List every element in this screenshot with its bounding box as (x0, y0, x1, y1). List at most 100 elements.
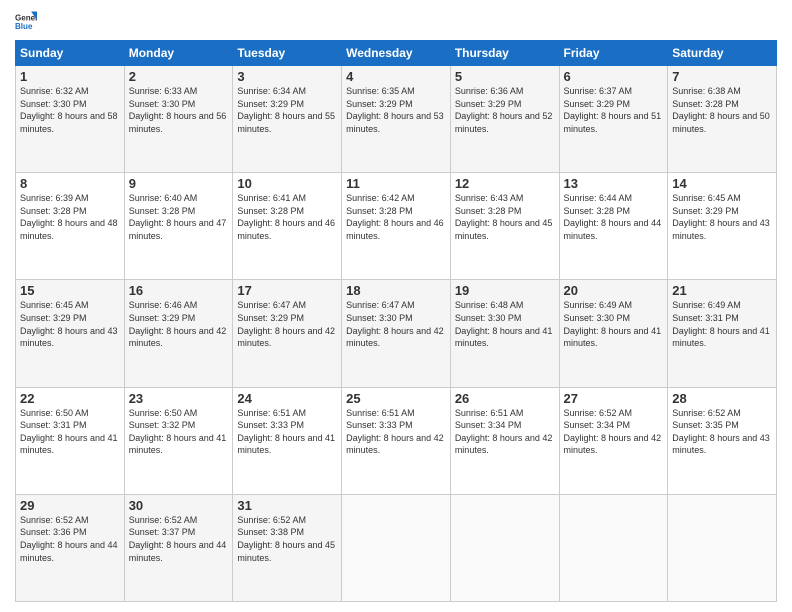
day-number: 24 (237, 391, 337, 406)
calendar-cell: 3Sunrise: 6:34 AMSunset: 3:29 PMDaylight… (233, 66, 342, 173)
calendar-cell: 29 Sunrise: 6:52 AMSunset: 3:36 PMDayligh… (16, 494, 125, 601)
day-info: Sunrise: 6:40 AMSunset: 3:28 PMDaylight:… (129, 193, 227, 241)
day-number: 15 (20, 283, 120, 298)
calendar-cell: 26Sunrise: 6:51 AMSunset: 3:34 PMDayligh… (450, 387, 559, 494)
calendar-cell: 15 Sunrise: 6:45 AMSunset: 3:29 PMDayligh… (16, 280, 125, 387)
day-number: 16 (129, 283, 229, 298)
day-info: Sunrise: 6:43 AMSunset: 3:28 PMDaylight:… (455, 193, 553, 241)
day-number: 8 (20, 176, 120, 191)
calendar-cell: 4Sunrise: 6:35 AMSunset: 3:29 PMDaylight… (342, 66, 451, 173)
column-header-monday: Monday (124, 41, 233, 66)
calendar-cell: 16 Sunrise: 6:46 AMSunset: 3:29 PMDayligh… (124, 280, 233, 387)
day-number: 14 (672, 176, 772, 191)
calendar-cell: 10 Sunrise: 6:41 AMSunset: 3:28 PMDayligh… (233, 173, 342, 280)
day-info: Sunrise: 6:46 AMSunset: 3:29 PMDaylight:… (129, 300, 227, 348)
day-number: 28 (672, 391, 772, 406)
calendar-cell (450, 494, 559, 601)
day-info: Sunrise: 6:51 AMSunset: 3:33 PMDaylight:… (346, 408, 444, 456)
calendar-cell: 17Sunrise: 6:47 AMSunset: 3:29 PMDayligh… (233, 280, 342, 387)
day-info: Sunrise: 6:36 AMSunset: 3:29 PMDaylight:… (455, 86, 553, 134)
day-number: 23 (129, 391, 229, 406)
calendar-cell: 22Sunrise: 6:50 AMSunset: 3:31 PMDayligh… (16, 387, 125, 494)
day-info: Sunrise: 6:48 AMSunset: 3:30 PMDaylight:… (455, 300, 553, 348)
column-header-saturday: Saturday (668, 41, 777, 66)
day-info: Sunrise: 6:37 AMSunset: 3:29 PMDaylight:… (564, 86, 662, 134)
calendar-cell: 6 Sunrise: 6:37 AMSunset: 3:29 PMDaylight… (559, 66, 668, 173)
calendar-cell: 21 Sunrise: 6:49 AMSunset: 3:31 PMDayligh… (668, 280, 777, 387)
calendar-week-3: 15 Sunrise: 6:45 AMSunset: 3:29 PMDayligh… (16, 280, 777, 387)
day-number: 21 (672, 283, 772, 298)
day-number: 31 (237, 498, 337, 513)
day-number: 18 (346, 283, 446, 298)
calendar-cell: 11 Sunrise: 6:42 AMSunset: 3:28 PMDayligh… (342, 173, 451, 280)
calendar-header-row: SundayMondayTuesdayWednesdayThursdayFrid… (16, 41, 777, 66)
day-info: Sunrise: 6:39 AMSunset: 3:28 PMDaylight:… (20, 193, 118, 241)
calendar-cell: 5 Sunrise: 6:36 AMSunset: 3:29 PMDaylight… (450, 66, 559, 173)
calendar-cell: 18 Sunrise: 6:47 AMSunset: 3:30 PMDayligh… (342, 280, 451, 387)
calendar-cell: 24Sunrise: 6:51 AMSunset: 3:33 PMDayligh… (233, 387, 342, 494)
calendar-body: 1 Sunrise: 6:32 AMSunset: 3:30 PMDaylight… (16, 66, 777, 602)
column-header-sunday: Sunday (16, 41, 125, 66)
day-number: 2 (129, 69, 229, 84)
calendar-cell: 13 Sunrise: 6:44 AMSunset: 3:28 PMDayligh… (559, 173, 668, 280)
day-info: Sunrise: 6:45 AMSunset: 3:29 PMDaylight:… (20, 300, 118, 348)
page-header: General Blue (15, 10, 777, 32)
calendar-cell: 19 Sunrise: 6:48 AMSunset: 3:30 PMDayligh… (450, 280, 559, 387)
calendar-cell (559, 494, 668, 601)
calendar-cell: 8 Sunrise: 6:39 AMSunset: 3:28 PMDaylight… (16, 173, 125, 280)
calendar-cell: 30 Sunrise: 6:52 AMSunset: 3:37 PMDayligh… (124, 494, 233, 601)
column-header-friday: Friday (559, 41, 668, 66)
logo: General Blue (15, 10, 37, 32)
day-number: 11 (346, 176, 446, 191)
calendar-cell: 1 Sunrise: 6:32 AMSunset: 3:30 PMDaylight… (16, 66, 125, 173)
day-info: Sunrise: 6:41 AMSunset: 3:28 PMDaylight:… (237, 193, 335, 241)
day-info: Sunrise: 6:47 AMSunset: 3:29 PMDaylight:… (237, 300, 335, 348)
day-info: Sunrise: 6:33 AMSunset: 3:30 PMDaylight:… (129, 86, 227, 134)
day-info: Sunrise: 6:52 AMSunset: 3:34 PMDaylight:… (564, 408, 662, 456)
calendar-cell: 20 Sunrise: 6:49 AMSunset: 3:30 PMDayligh… (559, 280, 668, 387)
calendar-cell: 9 Sunrise: 6:40 AMSunset: 3:28 PMDaylight… (124, 173, 233, 280)
day-info: Sunrise: 6:52 AMSunset: 3:38 PMDaylight:… (237, 515, 335, 563)
day-number: 9 (129, 176, 229, 191)
day-info: Sunrise: 6:35 AMSunset: 3:29 PMDaylight:… (346, 86, 444, 134)
day-number: 29 (20, 498, 120, 513)
day-info: Sunrise: 6:50 AMSunset: 3:32 PMDaylight:… (129, 408, 227, 456)
day-number: 25 (346, 391, 446, 406)
column-header-thursday: Thursday (450, 41, 559, 66)
calendar-cell (668, 494, 777, 601)
calendar-cell: 23 Sunrise: 6:50 AMSunset: 3:32 PMDayligh… (124, 387, 233, 494)
day-number: 20 (564, 283, 664, 298)
day-number: 5 (455, 69, 555, 84)
day-info: Sunrise: 6:49 AMSunset: 3:30 PMDaylight:… (564, 300, 662, 348)
calendar-table: SundayMondayTuesdayWednesdayThursdayFrid… (15, 40, 777, 602)
calendar-cell: 25 Sunrise: 6:51 AMSunset: 3:33 PMDayligh… (342, 387, 451, 494)
day-info: Sunrise: 6:32 AMSunset: 3:30 PMDaylight:… (20, 86, 118, 134)
day-number: 6 (564, 69, 664, 84)
day-info: Sunrise: 6:52 AMSunset: 3:35 PMDaylight:… (672, 408, 770, 456)
day-info: Sunrise: 6:49 AMSunset: 3:31 PMDaylight:… (672, 300, 770, 348)
day-info: Sunrise: 6:45 AMSunset: 3:29 PMDaylight:… (672, 193, 770, 241)
day-number: 13 (564, 176, 664, 191)
calendar-week-2: 8 Sunrise: 6:39 AMSunset: 3:28 PMDaylight… (16, 173, 777, 280)
day-number: 1 (20, 69, 120, 84)
day-info: Sunrise: 6:42 AMSunset: 3:28 PMDaylight:… (346, 193, 444, 241)
day-info: Sunrise: 6:44 AMSunset: 3:28 PMDaylight:… (564, 193, 662, 241)
calendar-cell: 14 Sunrise: 6:45 AMSunset: 3:29 PMDayligh… (668, 173, 777, 280)
day-number: 12 (455, 176, 555, 191)
day-number: 22 (20, 391, 120, 406)
calendar-week-4: 22Sunrise: 6:50 AMSunset: 3:31 PMDayligh… (16, 387, 777, 494)
calendar-cell: 28 Sunrise: 6:52 AMSunset: 3:35 PMDayligh… (668, 387, 777, 494)
day-number: 27 (564, 391, 664, 406)
calendar-cell: 12 Sunrise: 6:43 AMSunset: 3:28 PMDayligh… (450, 173, 559, 280)
day-info: Sunrise: 6:47 AMSunset: 3:30 PMDaylight:… (346, 300, 444, 348)
svg-text:Blue: Blue (15, 22, 33, 31)
day-info: Sunrise: 6:52 AMSunset: 3:37 PMDaylight:… (129, 515, 227, 563)
calendar-cell: 2 Sunrise: 6:33 AMSunset: 3:30 PMDaylight… (124, 66, 233, 173)
column-header-wednesday: Wednesday (342, 41, 451, 66)
day-info: Sunrise: 6:38 AMSunset: 3:28 PMDaylight:… (672, 86, 770, 134)
day-number: 19 (455, 283, 555, 298)
day-number: 10 (237, 176, 337, 191)
day-info: Sunrise: 6:52 AMSunset: 3:36 PMDaylight:… (20, 515, 118, 563)
day-number: 30 (129, 498, 229, 513)
calendar-week-5: 29 Sunrise: 6:52 AMSunset: 3:36 PMDayligh… (16, 494, 777, 601)
